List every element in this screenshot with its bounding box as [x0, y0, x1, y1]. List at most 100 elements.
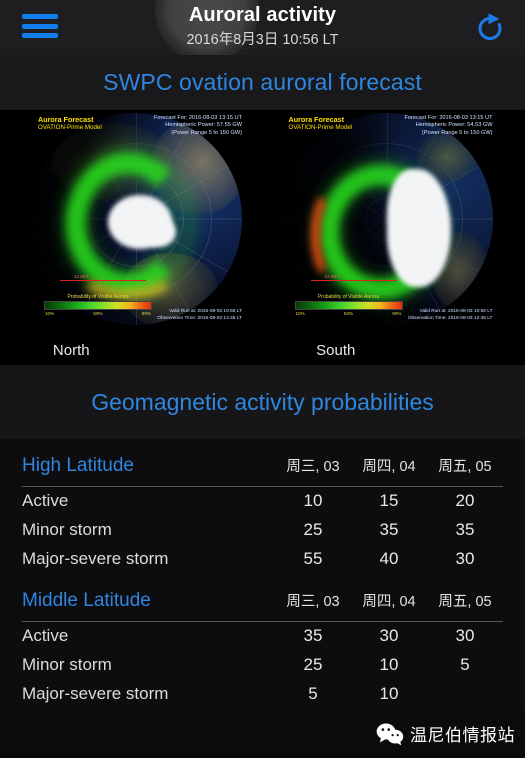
table-row: Minor storm 25 10 5	[22, 651, 503, 680]
cell-value: 25	[303, 655, 323, 674]
swpc-subtitle-bar: SWPC ovation auroral forecast	[0, 55, 525, 110]
hemispheric-power-south: Hemispheric Power: 54.53 GW	[415, 122, 493, 129]
valid-run-north: Valid Run at: 2016-08-03 10:56 LT	[169, 309, 242, 315]
aurora-oval-hotspot-north	[74, 241, 180, 299]
cell-value: 30	[379, 626, 399, 645]
wechat-icon-svg	[376, 723, 404, 745]
hemisphere-label-north: North	[52, 341, 90, 359]
table-row: Major-severe storm 5 10	[22, 680, 503, 709]
colorbar-title-south: Probability of Visible Aurora	[317, 294, 380, 300]
cell-value: 10	[303, 491, 323, 510]
app-root: Auroral activity 2016年8月3日 10:56 LT SWPC…	[0, 0, 525, 758]
cell-value: 5	[308, 684, 318, 703]
column-header: 周五, 05	[438, 594, 492, 610]
header-title-block: Auroral activity 2016年8月3日 10:56 LT	[0, 0, 525, 51]
hemisphere-label-south: South	[316, 341, 356, 359]
column-header: 周四, 04	[362, 594, 416, 610]
cell-value: 25	[303, 520, 323, 539]
aurora-caption-forecast-north: Forecast For: 2016-08-03 13:15 UT Hemisp…	[154, 115, 242, 137]
latitude-group-high: High Latitude 周三, 03 周四, 04 周五, 05 Activ…	[22, 439, 503, 574]
colorbar-tick: 10%	[45, 311, 55, 316]
colorbar-tick: 90%	[141, 311, 151, 316]
row-label: Major-severe storm	[22, 684, 169, 703]
table-group-header: High Latitude 周三, 03 周四, 04 周五, 05	[22, 439, 503, 477]
latitude-group-middle: Middle Latitude 周三, 03 周四, 04 周五, 05 Act…	[22, 574, 503, 709]
row-values: 10 15 20	[275, 487, 503, 511]
cell-value	[427, 684, 503, 704]
cell-value: 35	[303, 626, 323, 645]
geomagnetic-title: Geomagnetic activity probabilities	[91, 388, 434, 415]
group-name-middle-latitude[interactable]: Middle Latitude	[22, 590, 151, 612]
table-row: Minor storm 25 35 35	[22, 516, 503, 545]
aurora-caption-forecast-south: Forecast For: 2016-08-03 13:15 UT Hemisp…	[405, 115, 493, 137]
page-datetime: 2016年8月3日 10:56 LT	[186, 32, 339, 48]
top-bar: Auroral activity 2016年8月3日 10:56 LT	[0, 0, 525, 55]
colorbar-title-north: Probability of Visible Aurora	[67, 294, 129, 300]
mlt-indicator-south: 12 MLT	[310, 274, 397, 281]
cell-value: 30	[455, 549, 475, 568]
cell-value: 15	[379, 491, 399, 510]
watermark-text: 温尼伯情报站	[410, 726, 515, 745]
cell-value: 5	[460, 655, 470, 674]
colorbar-tick: 50%	[93, 311, 103, 316]
cell-value: 10	[379, 684, 399, 703]
aurora-oval-hotspot-south	[310, 187, 357, 283]
colorbar-gradient-south	[294, 301, 403, 310]
mlt-label-north: 12 MLT	[74, 274, 90, 279]
aurora-caption-title-north: Aurora Forecast	[38, 115, 94, 124]
hemispheric-power-north: Hemispheric Power: 57.55 GW	[165, 122, 242, 129]
watermark: 温尼伯情报站	[376, 721, 515, 746]
row-label: Major-severe storm	[22, 549, 169, 568]
column-header: 周五, 05	[438, 459, 492, 475]
cell-value: 35	[379, 520, 399, 539]
row-values: 25 35 35	[275, 516, 503, 540]
aurora-forecast-images: Aurora Forecast OVATION-Prime Model Fore…	[0, 110, 525, 365]
page-title: Auroral activity	[188, 4, 337, 26]
observation-time-north: Observation Time: 2016-08-03 12:45 LT	[157, 315, 242, 321]
colorbar-tick: 10%	[295, 311, 305, 316]
row-label: Minor storm	[22, 655, 112, 674]
power-range-south: (Power Range 5 to 150 GW)	[421, 129, 493, 136]
aurora-caption-model-north: OVATION-Prime Model	[38, 124, 102, 131]
mlt-label-south: 12 MLT	[324, 274, 340, 279]
aurora-caption-title-south: Aurora Forecast	[288, 115, 345, 124]
column-header: 周三, 03	[286, 594, 340, 610]
colorbar-ticks-north: 10% 50% 90%	[44, 311, 152, 316]
colorbar-north: Probability of Visible Aurora 10% 50% 90…	[44, 294, 152, 316]
aurora-caption-model-south: OVATION-Prime Model	[288, 124, 353, 131]
greenland-ice	[142, 217, 176, 247]
colorbar-tick: 50%	[343, 311, 354, 316]
colorbar-south: Probability of Visible Aurora 10% 50% 90…	[294, 294, 403, 316]
observation-time-south: Observation Time: 2016-08-03 12:45 LT	[407, 315, 493, 321]
antarctica-ice-cap	[386, 169, 451, 287]
swpc-title: SWPC ovation auroral forecast	[103, 69, 422, 95]
row-values: 25 10 5	[275, 651, 503, 675]
cell-value: 10	[379, 655, 399, 674]
table-row: Major-severe storm 55 40 30	[22, 545, 503, 574]
column-header: 周三, 03	[286, 459, 340, 475]
valid-run-south: Valid Run at: 2016-08-03 10:56 LT	[419, 309, 493, 315]
cell-value: 30	[455, 626, 475, 645]
table-row: Active 35 30 30	[22, 622, 503, 651]
cell-value: 20	[455, 491, 475, 510]
column-header: 周四, 04	[362, 459, 416, 475]
column-headers-middle: 周三, 03 周四, 04 周五, 05	[275, 590, 503, 611]
table-group-header: Middle Latitude 周三, 03 周四, 04 周五, 05	[22, 574, 503, 612]
wechat-icon	[376, 722, 404, 746]
cell-value: 35	[455, 520, 475, 539]
aurora-panel-north[interactable]: Aurora Forecast OVATION-Prime Model Fore…	[0, 110, 263, 342]
aurora-panel-south[interactable]: Aurora Forecast OVATION-Prime Model Fore…	[262, 110, 525, 342]
colorbar-tick: 90%	[392, 311, 402, 316]
row-label: Minor storm	[22, 520, 112, 539]
forecast-for-north: Forecast For: 2016-08-03 13:15 UT	[154, 115, 242, 121]
group-name-high-latitude[interactable]: High Latitude	[22, 455, 134, 477]
geomagnetic-header: Geomagnetic activity probabilities	[0, 365, 525, 439]
power-range-north: (Power Range 5 to 150 GW)	[171, 129, 242, 136]
cell-value: 55	[303, 549, 323, 568]
aurora-caption-footer-south: Valid Run at: 2016-08-03 10:56 LT Observ…	[408, 309, 493, 322]
row-label: Active	[22, 626, 69, 645]
row-values: 5 10	[275, 680, 503, 704]
mlt-indicator-north: 12 MLT	[60, 274, 146, 281]
column-headers-high: 周三, 03 周四, 04 周五, 05	[275, 455, 503, 476]
row-values: 35 30 30	[275, 622, 503, 646]
